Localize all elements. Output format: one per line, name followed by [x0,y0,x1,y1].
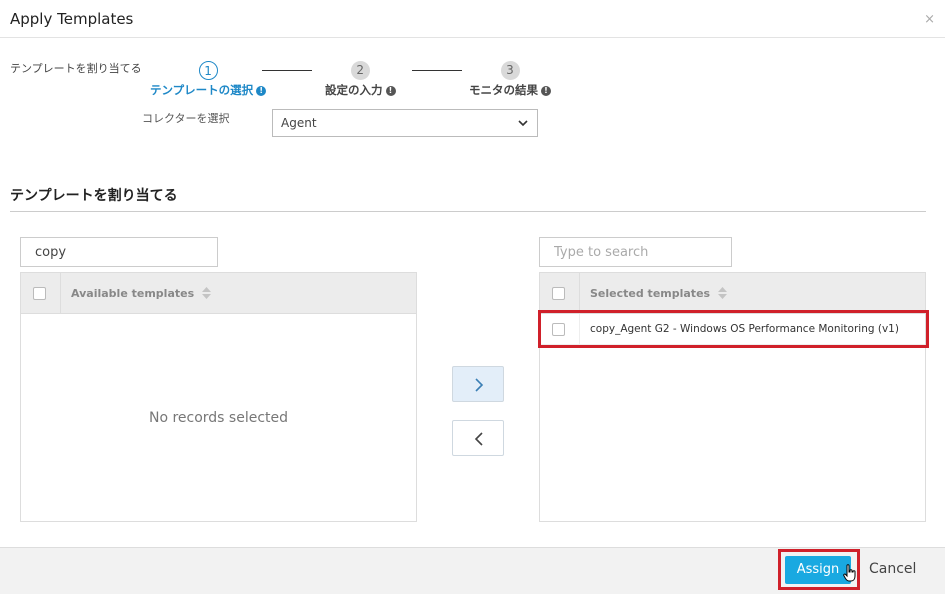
column-header[interactable]: Available templates [71,287,211,300]
cancel-button[interactable]: Cancel [869,561,916,577]
selected-search-input[interactable] [539,237,732,267]
empty-message: No records selected [148,410,289,426]
collector-value: Agent [281,116,317,130]
grid-header: Selected templates [540,273,925,314]
sort-icon [201,287,211,299]
hand-cursor-icon [843,564,856,582]
assign-templates-label: テンプレートを割り当てる [10,62,142,75]
select-all-cell [540,273,580,314]
step-label: モニタの結果 [469,83,538,97]
info-icon: ! [541,86,551,96]
arrow-right-icon [475,378,484,392]
step-label: 設定の入力 [325,83,383,97]
move-left-button[interactable] [452,420,504,456]
assign-button[interactable]: Assign [785,556,851,584]
step-number: 1 [198,61,218,80]
sort-icon [717,287,727,299]
select-all-cell [21,273,61,314]
step-number: 2 [350,61,370,80]
dialog-title: Apply Templates [10,10,134,28]
step-2: 2 設定の入力! [325,61,396,98]
select-all-checkbox[interactable] [552,287,565,300]
step-1: 1 テンプレートの選択! [150,61,267,98]
step-connector [412,70,462,71]
collector-label: コレクターを選択 [142,112,230,125]
info-icon: ! [385,86,396,96]
info-icon: ! [256,86,267,96]
move-right-button[interactable] [452,366,504,402]
step-3: 3 モニタの結果! [469,61,551,98]
available-templates-grid: Available templates No records selected [20,272,417,522]
column-header[interactable]: Selected templates [590,287,727,300]
column-header-label: Available templates [71,287,195,300]
divider [10,211,926,212]
select-all-checkbox[interactable] [33,287,46,300]
close-icon[interactable]: × [924,12,935,27]
step-number: 3 [500,61,520,80]
section-title: テンプレートを割り当てる [10,188,178,204]
step-label: テンプレートの選択 [150,83,254,97]
chevron-down-icon [518,120,528,127]
step-connector [262,70,312,71]
column-header-label: Selected templates [590,287,711,300]
collector-select[interactable]: Agent [272,109,538,137]
available-search-input[interactable] [20,237,218,267]
row-highlight [538,310,929,348]
arrow-left-icon [474,432,483,446]
grid-header: Available templates [21,273,416,314]
dialog-header: Apply Templates × [0,0,945,38]
